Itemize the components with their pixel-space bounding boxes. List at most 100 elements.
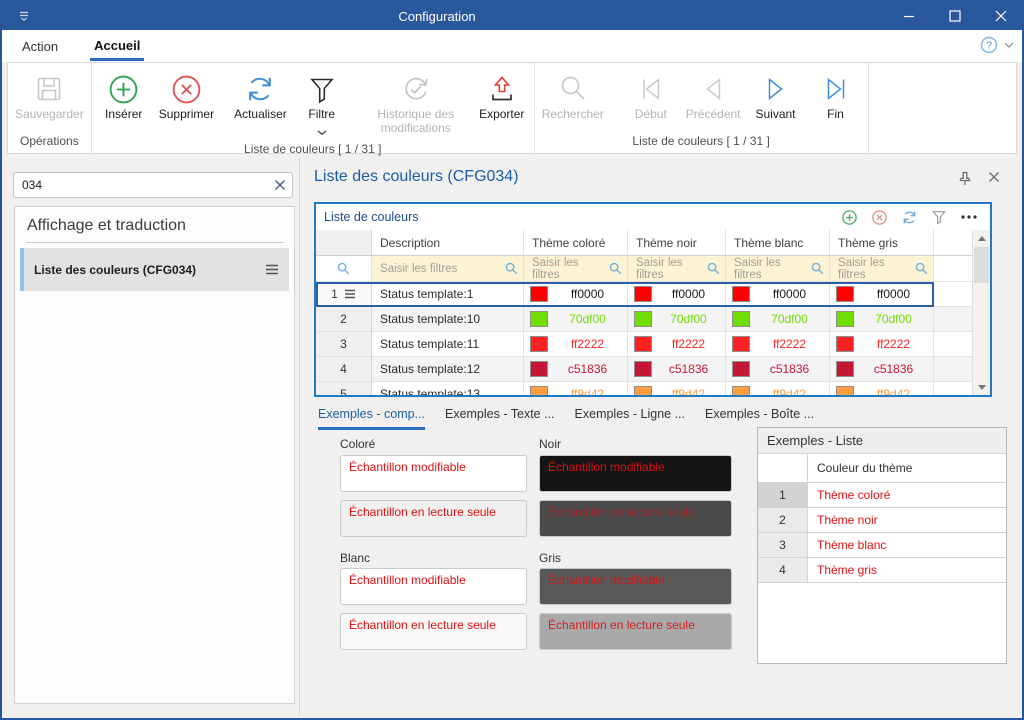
row-header[interactable]: 4 xyxy=(316,357,372,382)
grid-refresh-icon[interactable] xyxy=(901,209,918,226)
cell-theme-color[interactable]: ff9d42 xyxy=(830,382,934,395)
filter-funnel-icon xyxy=(307,70,337,108)
actualiser-button[interactable]: Actualiser xyxy=(229,68,292,122)
close-panel-icon[interactable] xyxy=(988,171,1000,186)
cell-description[interactable]: Status template:13 xyxy=(372,382,524,395)
cell-theme-color[interactable]: ff2222 xyxy=(830,332,934,357)
row-header[interactable]: 3 xyxy=(316,332,372,357)
cell-description[interactable]: Status template:10 xyxy=(372,307,524,332)
suivant-button[interactable]: Suivant xyxy=(746,68,806,122)
grid-filter-icon[interactable] xyxy=(931,209,947,225)
column-header[interactable]: Thème coloré xyxy=(524,230,628,256)
cell-theme-color[interactable]: 70df00 xyxy=(830,307,934,332)
search-input[interactable] xyxy=(14,178,268,192)
scroll-down-icon[interactable] xyxy=(973,379,990,395)
color-hex: ff9d42 xyxy=(652,387,725,395)
debut-button[interactable]: Début xyxy=(621,68,681,122)
row-header[interactable]: 2 xyxy=(316,307,372,332)
sample-editable-box[interactable]: Échantillon modifiable xyxy=(340,455,527,492)
scrollbar-thumb[interactable] xyxy=(974,247,989,283)
supprimer-button[interactable]: Supprimer xyxy=(154,68,219,122)
cell-theme-color[interactable]: c51836 xyxy=(830,357,934,382)
list-item[interactable]: 4Thème gris xyxy=(758,558,1006,583)
precedent-button[interactable]: Précédent xyxy=(681,68,746,122)
tab-exemples-3[interactable]: Exemples - Ligne ... xyxy=(575,407,685,430)
help-icon[interactable]: ? xyxy=(980,36,998,54)
close-button[interactable] xyxy=(978,0,1024,32)
pin-icon[interactable] xyxy=(958,171,972,186)
hamburger-icon[interactable] xyxy=(265,264,279,275)
inserer-button[interactable]: Insérer xyxy=(94,68,154,122)
scroll-up-icon[interactable] xyxy=(973,230,990,246)
table-row[interactable]: 2Status template:1070df0070df0070df0070d… xyxy=(316,307,973,332)
row-menu-icon[interactable] xyxy=(344,289,356,299)
cell-theme-color[interactable]: c51836 xyxy=(524,357,628,382)
filter-input[interactable]: Saisir les filtres xyxy=(830,256,934,282)
row-header[interactable]: 1 xyxy=(316,282,372,307)
filter-input[interactable]: Saisir les filtres xyxy=(524,256,628,282)
table-row[interactable]: 3Status template:11ff2222ff2222ff2222ff2… xyxy=(316,332,973,357)
list-item[interactable]: 2Thème noir xyxy=(758,508,1006,533)
sauvegarder-button[interactable]: Sauvegarder xyxy=(10,68,89,122)
exporter-button[interactable]: Exporter xyxy=(472,68,532,122)
row-header[interactable]: 5 xyxy=(316,382,372,395)
minimize-button[interactable] xyxy=(886,0,932,32)
cell-theme-color[interactable]: 70df00 xyxy=(726,307,830,332)
tab-action[interactable]: Action xyxy=(18,33,62,59)
list-item[interactable]: 1Thème coloré xyxy=(758,483,1006,508)
filtre-button[interactable]: Filtre xyxy=(292,68,352,141)
row-filter-button[interactable] xyxy=(316,256,372,282)
cell-description[interactable]: Status template:11 xyxy=(372,332,524,357)
cell-theme-color[interactable]: ff0000 xyxy=(628,282,726,307)
grid-add-icon[interactable] xyxy=(841,209,858,226)
table-row[interactable]: 5Status template:13ff9d42ff9d42ff9d42ff9… xyxy=(316,382,973,395)
tab-accueil[interactable]: Accueil xyxy=(90,32,144,61)
grid-delete-icon[interactable] xyxy=(871,209,888,226)
cell-theme-color[interactable]: 70df00 xyxy=(524,307,628,332)
fin-button[interactable]: Fin xyxy=(806,68,866,122)
cell-theme-color[interactable]: ff9d42 xyxy=(628,382,726,395)
table-row[interactable]: 1Status template:1ff0000ff0000ff0000ff00… xyxy=(316,282,973,307)
sample-group-label: Gris xyxy=(539,551,561,565)
column-header[interactable]: Thème blanc xyxy=(726,230,830,256)
liste-column-header[interactable]: Couleur du thème xyxy=(808,454,1006,483)
cell-theme-color[interactable]: c51836 xyxy=(726,357,830,382)
examples-tabbar: Exemples - comp... Exemples - Texte ... Ex… xyxy=(318,407,814,430)
tab-exemples-1[interactable]: Exemples - comp... xyxy=(318,407,425,430)
sample-editable-box[interactable]: Échantillon modifiable xyxy=(539,455,732,492)
cell-theme-color[interactable]: ff0000 xyxy=(726,282,830,307)
sidebar-item-liste-des-couleurs[interactable]: Liste des couleurs (CFG034) xyxy=(20,248,289,291)
clear-search-icon[interactable] xyxy=(268,179,292,191)
historique-button[interactable]: Historique des modifications xyxy=(360,68,472,136)
cell-theme-color[interactable]: ff0000 xyxy=(524,282,628,307)
cell-theme-color[interactable]: ff9d42 xyxy=(726,382,830,395)
column-header[interactable]: Thème noir xyxy=(628,230,726,256)
filter-input[interactable]: Saisir les filtres xyxy=(628,256,726,282)
cell-theme-color[interactable]: ff2222 xyxy=(726,332,830,357)
sample-editable-box[interactable]: Échantillon modifiable xyxy=(539,568,732,605)
column-header[interactable]: Thème gris xyxy=(830,230,934,256)
search-icon xyxy=(557,70,589,108)
list-item[interactable]: 3Thème blanc xyxy=(758,533,1006,558)
cell-theme-color[interactable]: ff9d42 xyxy=(524,382,628,395)
cell-theme-color[interactable]: 70df00 xyxy=(628,307,726,332)
cell-theme-color[interactable]: ff2222 xyxy=(524,332,628,357)
ribbon: Sauvegarder Opérations Insérer Supprimer xyxy=(7,62,1017,154)
sample-editable-box[interactable]: Échantillon modifiable xyxy=(340,568,527,605)
grid-scrollbar[interactable] xyxy=(972,230,990,395)
grid-more-icon[interactable] xyxy=(960,214,978,220)
cell-description[interactable]: Status template:1 xyxy=(372,282,524,307)
rechercher-button[interactable]: Rechercher xyxy=(537,68,609,122)
filter-input[interactable]: Saisir les filtres xyxy=(726,256,830,282)
filter-input[interactable]: Saisir les filtres xyxy=(372,256,524,282)
cell-theme-color[interactable]: ff2222 xyxy=(628,332,726,357)
chevron-down-icon[interactable] xyxy=(1004,42,1014,49)
column-header[interactable]: Description xyxy=(372,230,524,256)
cell-theme-color[interactable]: ff0000 xyxy=(830,282,934,307)
maximize-button[interactable] xyxy=(932,0,978,32)
tab-exemples-2[interactable]: Exemples - Texte ... xyxy=(445,407,555,430)
cell-description[interactable]: Status template:12 xyxy=(372,357,524,382)
splitter[interactable] xyxy=(299,158,300,716)
cell-theme-color[interactable]: c51836 xyxy=(628,357,726,382)
table-row[interactable]: 4Status template:12c51836c51836c51836c51… xyxy=(316,357,973,382)
